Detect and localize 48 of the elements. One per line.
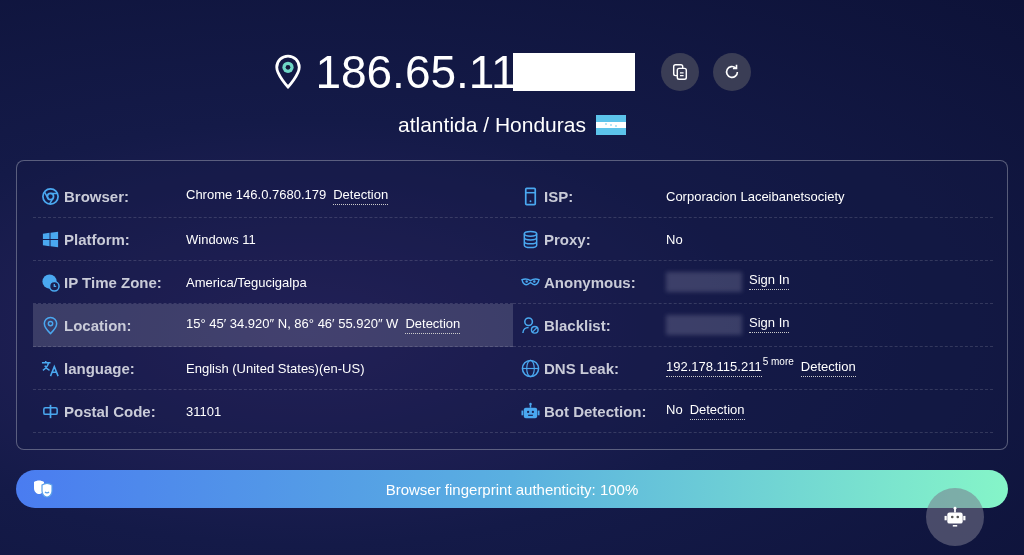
field-label: Proxy:: [544, 230, 591, 248]
link[interactable]: Sign In: [749, 272, 790, 290]
field-label: DNS Leak:: [544, 359, 620, 377]
robot-icon: [521, 401, 540, 421]
flag-icon: [596, 114, 626, 136]
robot-icon: [944, 506, 966, 528]
field-label: Bot Detection:: [544, 402, 647, 420]
region-country: atlantida / Honduras: [398, 113, 586, 137]
field-value: No: [666, 402, 683, 417]
translate-icon: [41, 358, 60, 378]
user-blocked-icon: [521, 315, 540, 335]
field-label: Location:: [64, 316, 132, 334]
field-label: Browser:: [64, 187, 130, 205]
link[interactable]: Sign In: [749, 315, 790, 333]
masks-icon: [32, 479, 54, 499]
refresh-button[interactable]: [712, 53, 751, 91]
globe-clock-icon: [41, 272, 60, 292]
more-count: 5 more: [762, 356, 794, 367]
location-icon: [41, 315, 60, 335]
field-label: Blacklist:: [544, 316, 611, 334]
field-value: America/Tegucigalpa: [186, 274, 307, 290]
field-label: language:: [64, 359, 135, 377]
field-value: Windows 11: [186, 231, 256, 247]
windows-icon: [41, 229, 60, 249]
field-label: Platform:: [64, 230, 130, 248]
field-label: Anonymous:: [544, 273, 636, 291]
copy-button[interactable]: [660, 53, 699, 91]
field-value: Corporacion Laceibanetsociety: [666, 188, 845, 204]
location-pin-icon: [273, 53, 304, 91]
field-value: 15° 45′ 34.920″ N, 86° 46′ 55.920″ W: [186, 316, 399, 331]
browser-icon: [41, 186, 60, 206]
field-value: No: [666, 231, 683, 247]
database-icon: [521, 229, 540, 249]
field-label: ISP:: [544, 187, 574, 205]
link[interactable]: Detection: [800, 359, 856, 377]
ip-address: 186.65.11: [315, 46, 517, 98]
link[interactable]: Detection: [333, 187, 389, 205]
field-label: Postal Code:: [64, 402, 156, 420]
link[interactable]: 192.178.115.211: [666, 359, 762, 377]
field-value: 31101: [186, 403, 222, 419]
link[interactable]: Detection: [689, 402, 745, 420]
field-label: IP Time Zone:: [64, 273, 162, 291]
link[interactable]: Detection: [405, 316, 461, 334]
field-value: English (United States)(en-US): [186, 360, 365, 376]
globe-icon: [521, 358, 540, 378]
copy-icon: [670, 63, 689, 81]
authenticity-text: Browser fingerprint authenticity: 100%: [385, 480, 639, 498]
field-value: Chrome 146.0.7680.179: [186, 187, 327, 202]
